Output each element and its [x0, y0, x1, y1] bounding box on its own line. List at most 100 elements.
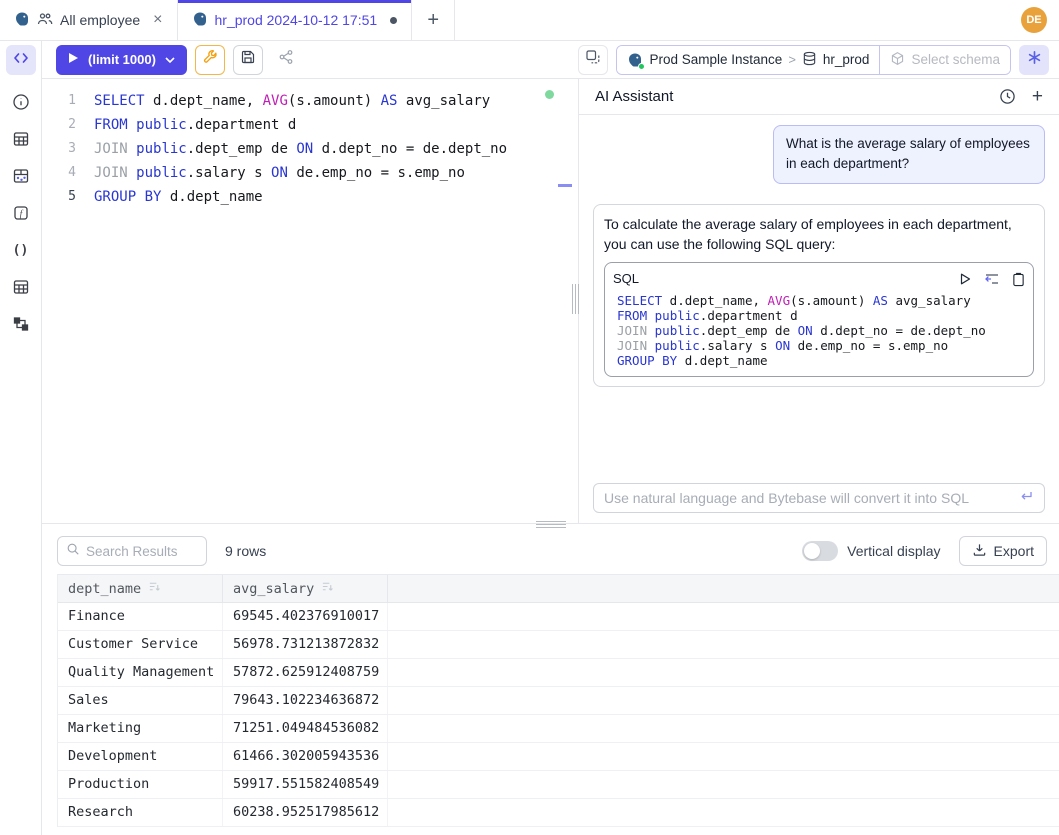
panel-resize-handle-vertical[interactable] — [572, 79, 578, 523]
column-header-avg_salary[interactable]: avg_salary — [223, 575, 388, 602]
batch-query-button[interactable] — [578, 45, 608, 75]
overview-ruler-mark — [558, 184, 572, 187]
column-header-dept_name[interactable]: dept_name — [58, 575, 223, 602]
sidebar-item-schema-diagram-icon[interactable] — [8, 311, 34, 337]
ai-assistant-button[interactable] — [1019, 45, 1049, 75]
schema-cube-icon — [890, 51, 905, 69]
ai-prompt-input[interactable] — [604, 490, 1010, 506]
assistant-intro-text: To calculate the average salary of emplo… — [604, 216, 1012, 252]
table-row[interactable]: Sales79643.102234636872 — [58, 687, 1059, 715]
cell-avg-salary[interactable]: 61466.302005943536 — [223, 743, 388, 770]
table-row[interactable]: Quality Management57872.625912408759 — [58, 659, 1059, 687]
openai-icon — [1027, 50, 1042, 70]
sidebar-item-parentheses-icon[interactable]: () — [8, 237, 34, 263]
share-icon — [278, 49, 294, 70]
cell-dept-name[interactable]: Development — [58, 743, 223, 770]
editor-line: 5GROUP BY d.dept_name — [42, 185, 572, 209]
unsaved-dot — [390, 17, 397, 24]
cell-dept-name[interactable]: Customer Service — [58, 631, 223, 658]
new-tab-button[interactable]: + — [412, 0, 455, 40]
sidebar-item-table-icon[interactable] — [8, 126, 34, 152]
sidebar-item-info-icon[interactable] — [8, 89, 34, 115]
sql-code-block: SQL SELECT d.dept_name, AVG(s.amount) AS… — [604, 262, 1034, 377]
assistant-message: To calculate the average salary of emplo… — [593, 204, 1045, 388]
cell-avg-salary[interactable]: 71251.049484536082 — [223, 715, 388, 742]
play-icon — [68, 52, 79, 67]
editor-line: 1SELECT d.dept_name, AVG(s.amount) AS av… — [42, 89, 572, 113]
cell-dept-name[interactable]: Marketing — [58, 715, 223, 742]
cell-avg-salary[interactable]: 69545.402376910017 — [223, 603, 388, 630]
table-header-row: dept_nameavg_salary — [58, 574, 1059, 603]
row-count-label: 9 rows — [225, 543, 266, 559]
instance-name: Prod Sample Instance — [649, 52, 782, 67]
sql-editor-mode-button[interactable] — [6, 45, 36, 75]
copy-code-button[interactable] — [1012, 272, 1025, 287]
sidebar-item-external-table-icon[interactable] — [8, 274, 34, 300]
save-icon — [240, 49, 256, 70]
editor-line: 2FROM public.department d — [42, 113, 572, 137]
grip-icon — [575, 284, 576, 314]
cell-avg-salary[interactable]: 59917.551582408549 — [223, 771, 388, 798]
insert-into-editor-button[interactable] — [984, 272, 1000, 286]
breadcrumb-separator: > — [788, 52, 796, 67]
panel-resize-handle-horizontal[interactable] — [42, 523, 1059, 526]
cell-avg-salary[interactable]: 57872.625912408759 — [223, 659, 388, 686]
cell-avg-salary[interactable]: 79643.102234636872 — [223, 687, 388, 714]
cell-dept-name[interactable]: Finance — [58, 603, 223, 630]
table-row[interactable]: Development61466.302005943536 — [58, 743, 1059, 771]
share-button[interactable] — [271, 45, 301, 75]
history-button[interactable] — [999, 88, 1016, 105]
cell-dept-name[interactable]: Sales — [58, 687, 223, 714]
run-code-button[interactable] — [958, 272, 972, 286]
save-sheet-button[interactable] — [233, 45, 263, 75]
status-dot — [638, 63, 645, 70]
vertical-display-toggle[interactable] — [802, 541, 838, 561]
export-label: Export — [994, 543, 1034, 559]
table-row[interactable]: Production59917.551582408549 — [58, 771, 1059, 799]
sort-icon — [148, 580, 161, 597]
connection-breadcrumb: Prod Sample Instance > hr_prod Select sc… — [616, 45, 1011, 75]
close-icon[interactable]: × — [153, 11, 162, 29]
cell-dept-name[interactable]: Quality Management — [58, 659, 223, 686]
connection-health-dot — [545, 90, 554, 99]
table-row[interactable]: Marketing71251.049484536082 — [58, 715, 1059, 743]
tab-all-employee[interactable]: All employee × — [0, 0, 178, 40]
search-results-box — [57, 536, 207, 566]
table-row[interactable]: Finance69545.402376910017 — [58, 603, 1059, 631]
wrench-icon — [202, 49, 218, 70]
cell-dept-name[interactable]: Production — [58, 771, 223, 798]
cell-filler — [388, 715, 1059, 742]
line-number: 3 — [42, 137, 76, 161]
cell-filler — [388, 659, 1059, 686]
format-sql-button[interactable] — [195, 45, 225, 75]
sql-editor[interactable]: 1SELECT d.dept_name, AVG(s.amount) AS av… — [42, 79, 572, 523]
table-row[interactable]: Customer Service56978.731213872832 — [58, 631, 1059, 659]
code-icon — [13, 50, 29, 71]
results-table: dept_nameavg_salary Finance69545.4023769… — [57, 574, 1059, 827]
run-label: (limit 1000) — [88, 52, 156, 67]
tab-hr-prod[interactable]: hr_prod 2024-10-12 17:51 — [178, 0, 413, 40]
table-row[interactable]: Research60238.952517985612 — [58, 799, 1059, 827]
cell-avg-salary[interactable]: 56978.731213872832 — [223, 631, 388, 658]
cell-dept-name[interactable]: Research — [58, 799, 223, 826]
cell-avg-salary[interactable]: 60238.952517985612 — [223, 799, 388, 826]
chevron-down-icon — [165, 52, 175, 67]
user-avatar[interactable]: DE — [1021, 7, 1047, 33]
instance-database-selector[interactable]: Prod Sample Instance > hr_prod — [617, 46, 879, 74]
database-icon — [802, 51, 817, 69]
run-query-button[interactable]: (limit 1000) — [56, 45, 187, 75]
sidebar-item-function-icon[interactable]: f — [8, 200, 34, 226]
search-results-input[interactable] — [86, 544, 198, 559]
sidebar-item-table-data-icon[interactable] — [8, 163, 34, 189]
enter-icon — [1018, 489, 1034, 508]
schema-selector[interactable]: Select schema — [880, 46, 1010, 74]
new-chat-button[interactable]: + — [1032, 87, 1043, 106]
postgres-icon — [14, 11, 30, 30]
results-toolbar: 9 rows Vertical display Export — [57, 534, 1059, 568]
line-number: 4 — [42, 161, 76, 185]
tab-label: hr_prod 2024-10-12 17:51 — [215, 12, 378, 28]
code-language-label: SQL — [613, 270, 946, 289]
export-button[interactable]: Export — [959, 536, 1047, 566]
cell-filler — [388, 631, 1059, 658]
ai-panel-title: AI Assistant — [595, 88, 983, 105]
